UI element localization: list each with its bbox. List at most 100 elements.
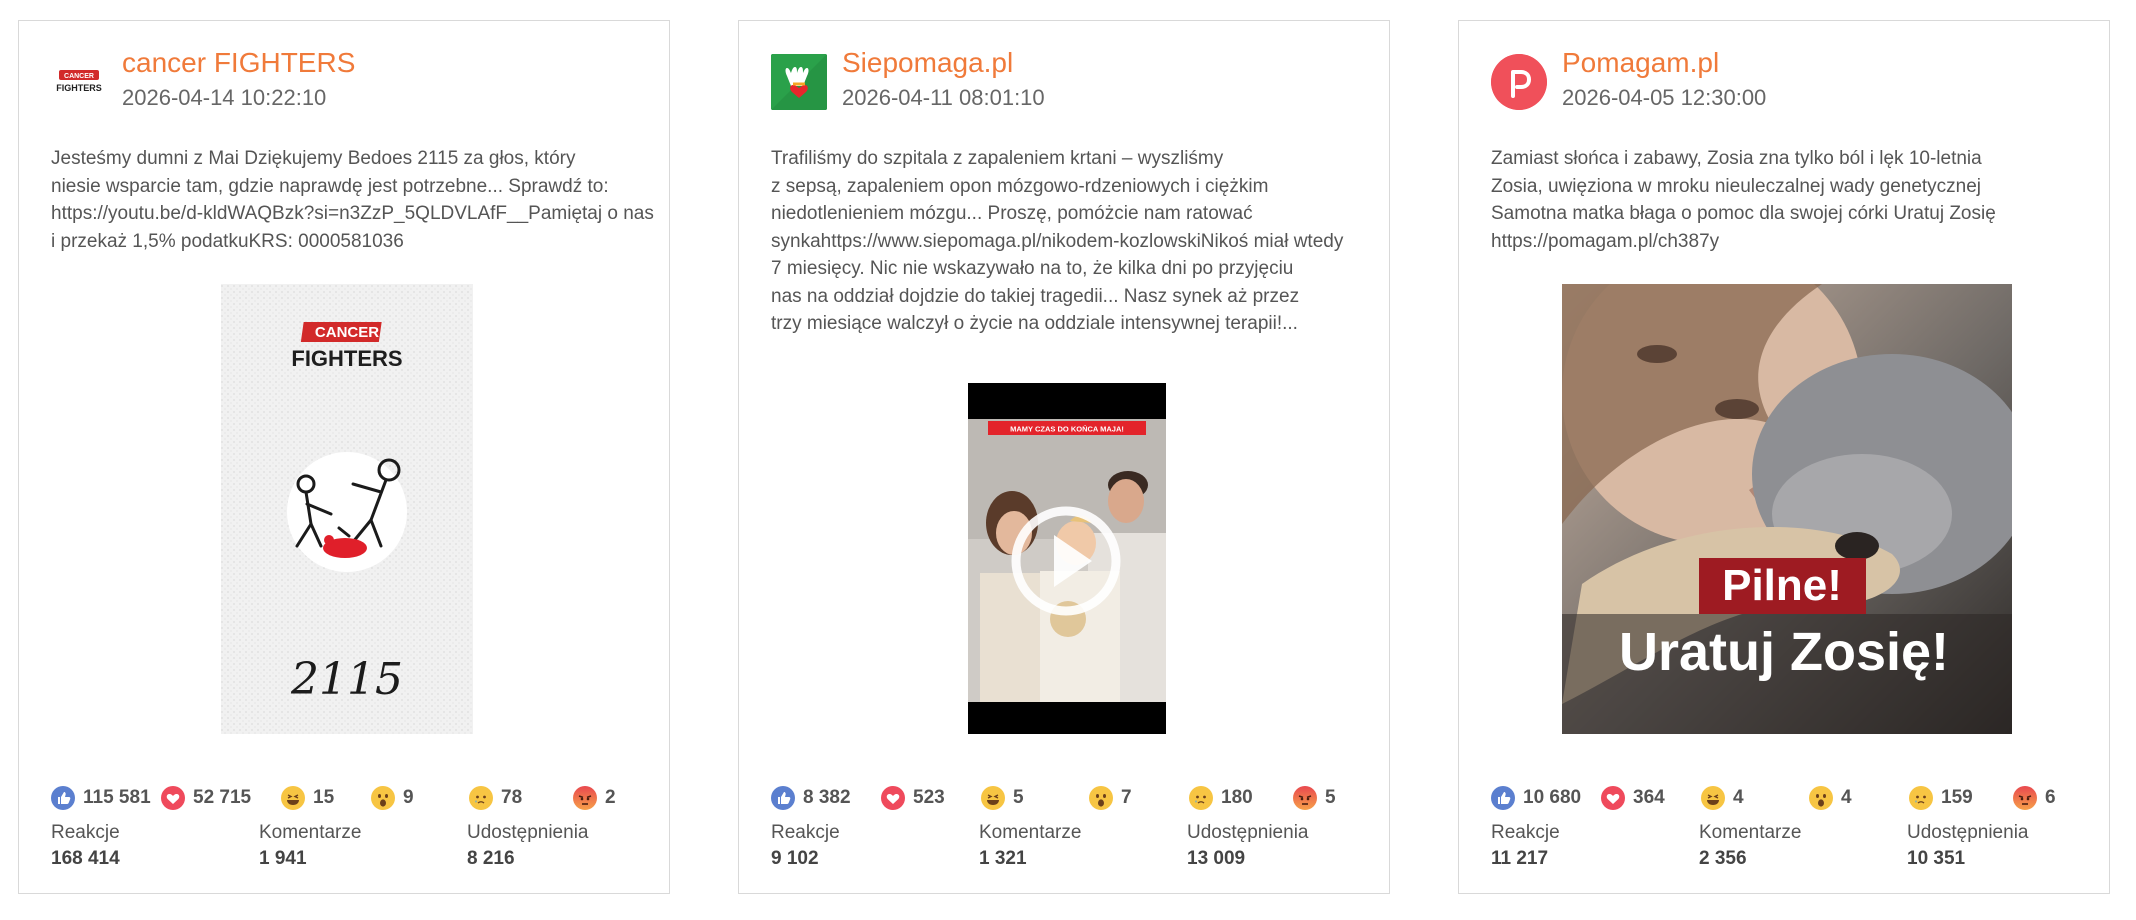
stat-value: 13 009: [1187, 848, 1246, 869]
post-text-line[interactable]: https://youtu.be/d-kldWAQBzk?si=n3ZzP_5Q…: [51, 200, 654, 228]
reaction-wow: 9: [371, 783, 414, 813]
post-text: Zamiast słońca i zabawy, Zosia zna tylko…: [1491, 145, 2091, 255]
post-text-line: i przekaż 1,5% podatkuKRS: 0000581036: [51, 230, 404, 252]
haha-count: 15: [313, 787, 335, 808]
svg-text:CANCER: CANCER: [64, 73, 94, 80]
stat-label: Komentarze: [259, 822, 362, 843]
post-text-line: Zosia, uwięziona w mroku nieuleczalnej w…: [1491, 175, 1982, 197]
stat-label: Reakcje: [771, 822, 840, 843]
love-icon: [161, 786, 185, 810]
stat-comments: Komentarze 2 356: [1699, 822, 1801, 870]
stat-label: Udostępnienia: [1907, 822, 2029, 843]
post-date: 2026-04-14 10:22:10: [122, 85, 327, 110]
angry-icon: [1293, 786, 1317, 810]
haha-count: 5: [1013, 787, 1024, 808]
page-name-link[interactable]: Siepomaga.pl: [842, 47, 1013, 79]
angry-count: 5: [1325, 787, 1336, 808]
post-text-line: 7 miesięcy. Nic nie wskazywało na to, że…: [771, 258, 1294, 279]
sad-icon: [469, 786, 493, 810]
angry-count: 2: [605, 787, 616, 808]
svg-text:Pilne!: Pilne!: [1722, 561, 1842, 610]
stat-value: 9 102: [771, 848, 819, 869]
haha-icon: [281, 786, 305, 810]
wow-count: 9: [403, 787, 414, 808]
angry-count: 6: [2045, 787, 2056, 808]
wow-icon: [1809, 786, 1833, 810]
reaction-haha: 15: [281, 783, 334, 813]
post-card: Siepomaga.pl 2026-04-11 08:01:10 Trafili…: [738, 20, 1390, 894]
reactions-bar: 10 680 364 4 4 159 6: [1491, 783, 2091, 813]
love-icon: [1601, 786, 1625, 810]
svg-text:FIGHTERS: FIGHTERS: [56, 83, 102, 93]
reaction-haha: 4: [1701, 783, 1744, 813]
stat-value: 1 321: [979, 848, 1027, 869]
reaction-love: 364: [1601, 783, 1665, 813]
like-count: 10 680: [1523, 787, 1582, 808]
page-name-link[interactable]: Pomagam.pl: [1562, 47, 1719, 79]
reaction-love: 523: [881, 783, 945, 813]
haha-icon: [1701, 786, 1725, 810]
reactions-bar: 8 382 523 5 7 180 5: [771, 783, 1371, 813]
like-icon: [51, 786, 75, 810]
stat-reactions: Reakcje 168 414: [51, 822, 120, 870]
stat-comments: Komentarze 1 321: [979, 822, 1081, 870]
post-video[interactable]: MAMY CZAS DO KOŃCA MAJA!: [968, 383, 1166, 734]
stat-value: 8 216: [467, 848, 515, 869]
post-date: 2026-04-05 12:30:00: [1562, 85, 1767, 110]
svg-text:2115: 2115: [290, 654, 403, 705]
love-count: 364: [1633, 787, 1665, 808]
post-text-line: niedotlenieniem mózgu... Proszę, pomóżci…: [771, 203, 1253, 224]
svg-text:Uratuj Zosię!: Uratuj Zosię!: [1619, 622, 1949, 682]
like-icon: [771, 786, 795, 810]
post-card: Pomagam.pl 2026-04-05 12:30:00 Zamiast s…: [1458, 20, 2110, 894]
stat-label: Reakcje: [51, 822, 120, 843]
reaction-sad: 78: [469, 783, 522, 813]
stat-value: 10 351: [1907, 848, 1966, 869]
stat-label: Komentarze: [979, 822, 1082, 843]
stat-label: Udostępnienia: [467, 822, 589, 843]
post-text-line: Zamiast słońca i zabawy, Zosia zna tylko…: [1491, 148, 1982, 169]
svg-text:MAMY CZAS DO KOŃCA MAJA!: MAMY CZAS DO KOŃCA MAJA!: [1010, 425, 1124, 434]
wow-icon: [371, 786, 395, 810]
angry-icon: [2013, 786, 2037, 810]
post-text-line: Trafiliśmy do szpitala z zapaleniem krta…: [771, 148, 1224, 169]
page-name-link[interactable]: cancer FIGHTERS: [122, 47, 355, 79]
haha-icon: [981, 786, 1005, 810]
post-text-line[interactable]: synkahttps://www.siepomaga.pl/nikodem-ko…: [771, 228, 1371, 256]
stat-value: 168 414: [51, 848, 120, 869]
haha-count: 4: [1733, 787, 1744, 808]
svg-text:FIGHTERS: FIGHTERS: [291, 346, 402, 371]
post-text: Jesteśmy dumni z Mai Dziękujemy Bedoes 2…: [51, 145, 654, 255]
sad-icon: [1909, 786, 1933, 810]
reaction-wow: 7: [1089, 783, 1132, 813]
love-count: 523: [913, 787, 945, 808]
reaction-like: 115 581: [51, 783, 151, 813]
page-avatar[interactable]: CANCER FIGHTERS: [51, 54, 107, 110]
stat-reactions: Reakcje 9 102: [771, 822, 840, 870]
svg-text:CANCER: CANCER: [315, 324, 379, 341]
angry-icon: [573, 786, 597, 810]
post-image[interactable]: Pilne! Uratuj Zosię!: [1562, 284, 2012, 734]
like-icon: [1491, 786, 1515, 810]
page-avatar[interactable]: [771, 54, 827, 110]
post-text: Trafiliśmy do szpitala z zapaleniem krta…: [771, 145, 1371, 338]
post-text-line[interactable]: https://pomagam.pl/ch387y: [1491, 228, 2091, 256]
reaction-sad: 159: [1909, 783, 1973, 813]
like-count: 115 581: [83, 787, 151, 808]
sad-count: 180: [1221, 787, 1253, 808]
post-text-line: Samotna matka błaga o pomoc dla swojej c…: [1491, 203, 1996, 224]
post-text-line: z sepsą, zapaleniem opon mózgowo-rdzenio…: [771, 175, 1269, 197]
page-avatar[interactable]: [1491, 54, 1547, 110]
reaction-like: 10 680: [1491, 783, 1581, 813]
reaction-haha: 5: [981, 783, 1024, 813]
stat-value: 11 217: [1491, 848, 1549, 869]
post-text-line: nas na oddział dojdzie do takiej tragedi…: [771, 285, 1300, 307]
post-image[interactable]: CANCER FIGHTERS 2115: [221, 284, 473, 734]
wow-count: 4: [1841, 787, 1852, 808]
stat-value: 2 356: [1699, 848, 1747, 869]
post-text-line: niesie wsparcie tam, gdzie naprawdę jest…: [51, 175, 609, 197]
reaction-angry: 5: [1293, 783, 1336, 813]
stat-label: Reakcje: [1491, 822, 1560, 843]
stat-label: Komentarze: [1699, 822, 1802, 843]
love-count: 52 715: [193, 787, 252, 808]
